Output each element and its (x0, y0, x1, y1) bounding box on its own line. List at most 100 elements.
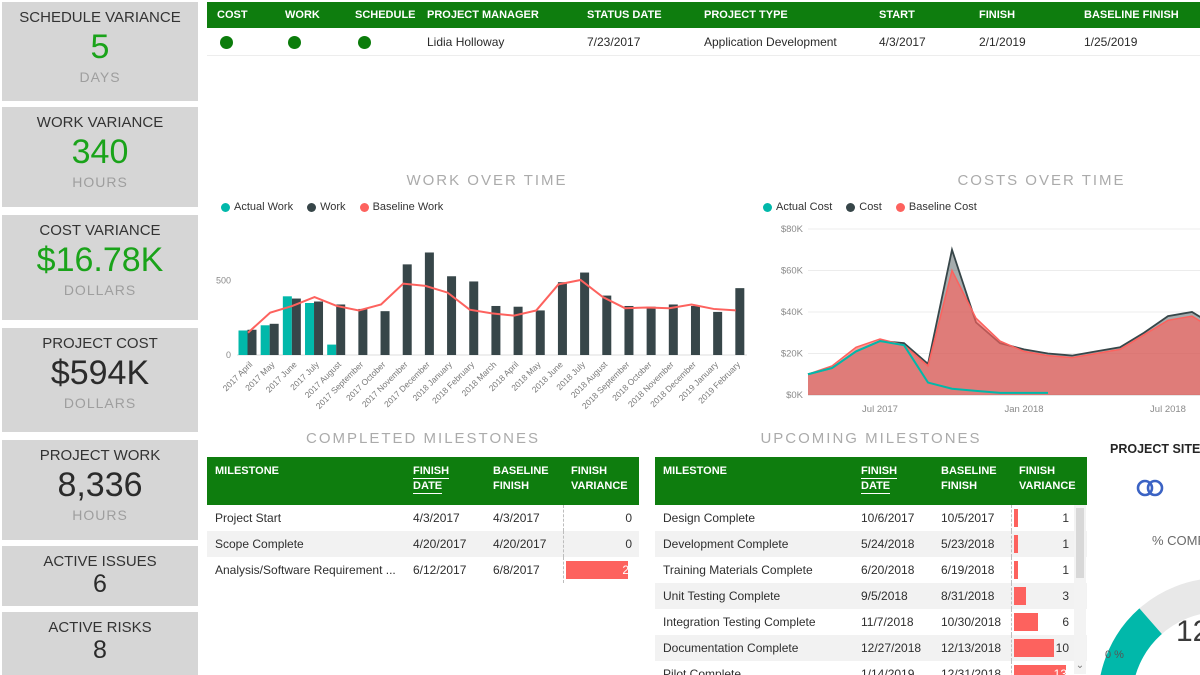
bar-work[interactable] (691, 306, 700, 355)
finish-variance-cell: 0 (563, 505, 637, 531)
bar-work[interactable] (647, 307, 656, 355)
baseline-finish: 6/8/2017 (485, 557, 563, 583)
kpi-unit: DAYS (2, 69, 198, 85)
kpi-card-active-issues[interactable]: ACTIVE ISSUES6 (2, 546, 198, 606)
link-icon[interactable] (1134, 476, 1166, 500)
bar-work[interactable] (403, 264, 412, 355)
bar-work[interactable] (314, 302, 323, 355)
costs-chart-legend: Actual CostCostBaseline Cost (763, 201, 1200, 213)
cell-baseline-finish: 1/25/2019 (1074, 35, 1198, 49)
column-header-finish-variance[interactable]: FINISH VARIANCE (1011, 457, 1085, 505)
kpi-card-schedule-variance[interactable]: SCHEDULE VARIANCE5DAYS (2, 2, 198, 101)
bar-work[interactable] (669, 304, 678, 355)
milestone-row-documentation-complete[interactable]: Documentation Complete12/27/201812/13/20… (655, 635, 1087, 661)
column-header-project-type[interactable]: PROJECT TYPE (694, 9, 869, 21)
x-axis-label: Jan 2018 (1004, 404, 1043, 415)
bar-actual-work[interactable] (305, 303, 314, 355)
milestone-row-design-complete[interactable]: Design Complete10/6/201710/5/20171 (655, 505, 1087, 531)
column-header-milestone[interactable]: MILESTONE (207, 457, 405, 505)
milestone-row-unit-testing-complete[interactable]: Unit Testing Complete9/5/20188/31/20183 (655, 583, 1087, 609)
project-table-row[interactable]: Lidia Holloway7/23/2017Application Devel… (207, 28, 1200, 56)
finish-variance-value: 3 (1062, 589, 1069, 603)
bar-work[interactable] (447, 276, 456, 355)
milestone-name: Design Complete (655, 505, 853, 531)
finish-date: 4/3/2017 (405, 505, 485, 531)
milestone-row-project-start[interactable]: Project Start4/3/20174/3/20170 (207, 505, 639, 531)
column-header-status-date[interactable]: STATUS DATE (577, 9, 694, 21)
column-header-milestone[interactable]: MILESTONE (655, 457, 853, 505)
kpi-value: $16.78K (2, 242, 198, 279)
completed-milestones-table: COMPLETED MILESTONES MILESTONEFINISH DAT… (207, 430, 639, 583)
gauge-value: 12 (1176, 615, 1200, 649)
costs-over-time-chart: COSTS OVER TIME Actual CostCostBaseline … (763, 172, 1200, 432)
green-status-dot-icon (288, 36, 301, 49)
legend-label: Work (320, 201, 345, 213)
bar-work[interactable] (602, 296, 611, 355)
milestone-row-integration-testing-complete[interactable]: Integration Testing Complete11/7/201810/… (655, 609, 1087, 635)
kpi-unit: DOLLARS (2, 282, 198, 298)
bar-work[interactable] (292, 299, 301, 355)
column-header-start[interactable]: START (869, 9, 969, 21)
kpi-card-project-work[interactable]: PROJECT WORK8,336HOURS (2, 440, 198, 540)
baseline-finish: 6/19/2018 (933, 557, 1011, 583)
legend-dot-icon (763, 203, 772, 212)
bar-actual-work[interactable] (327, 345, 336, 355)
bar-actual-work[interactable] (261, 325, 270, 355)
bar-work[interactable] (624, 306, 633, 355)
column-header-finish[interactable]: FINISH (969, 9, 1074, 21)
kpi-card-work-variance[interactable]: WORK VARIANCE340HOURS (2, 107, 198, 207)
bar-actual-work[interactable] (239, 330, 248, 355)
kpi-card-project-cost[interactable]: PROJECT COST$594KDOLLARS (2, 328, 198, 432)
scroll-down-icon[interactable]: ⌄ (1074, 659, 1086, 673)
bar-work[interactable] (381, 311, 390, 355)
variance-data-bar (1014, 535, 1018, 553)
kpi-card-cost-variance[interactable]: COST VARIANCE $16.78K DOLLARS (2, 215, 198, 320)
table-scrollbar[interactable]: ⌄ (1074, 505, 1086, 674)
variance-data-bar (1014, 587, 1026, 605)
column-header-finish-date[interactable]: FINISH DATE (405, 457, 485, 505)
bar-work[interactable] (270, 324, 279, 355)
milestone-row-analysis-software-requirement[interactable]: Analysis/Software Requirement ...6/12/20… (207, 557, 639, 583)
kpi-title: ACTIVE RISKS (2, 612, 198, 636)
bar-actual-work[interactable] (283, 296, 292, 355)
legend-label: Baseline Cost (909, 201, 977, 213)
bar-work[interactable] (469, 281, 478, 355)
column-header-finish-variance[interactable]: FINISH VARIANCE (563, 457, 637, 505)
bar-work[interactable] (358, 309, 367, 355)
kpi-title: COST VARIANCE (2, 215, 198, 239)
finish-variance-value: 10 (1056, 641, 1069, 655)
milestone-row-development-complete[interactable]: Development Complete5/24/20185/23/20181 (655, 531, 1087, 557)
legend-item-work: Work (307, 201, 345, 213)
column-header-cost[interactable]: COST (207, 9, 275, 21)
scrollbar-thumb[interactable] (1076, 508, 1084, 578)
project-summary-table: COSTWORKSCHEDULEPROJECT MANAGERSTATUS DA… (207, 2, 1200, 56)
baseline-finish: 10/5/2017 (933, 505, 1011, 531)
milestone-name: Scope Complete (207, 531, 405, 557)
column-header-baseline-finish[interactable]: BASELINE FINISH (485, 457, 563, 505)
column-header-project-manager[interactable]: PROJECT MANAGER (417, 9, 577, 21)
column-header-baseline-finish[interactable]: BASELINE FINISH (933, 457, 1011, 505)
finish-variance-value: 2 (622, 563, 629, 577)
milestone-name: Unit Testing Complete (655, 583, 853, 609)
completed-table-body: Project Start4/3/20174/3/20170Scope Comp… (207, 505, 639, 583)
column-header-finish-date[interactable]: FINISH DATE (853, 457, 933, 505)
legend-dot-icon (846, 203, 855, 212)
bar-work[interactable] (735, 288, 744, 355)
kpi-card-active-risks[interactable]: ACTIVE RISKS8 (2, 612, 198, 675)
milestone-row-training-materials-complete[interactable]: Training Materials Complete6/20/20186/19… (655, 557, 1087, 583)
column-header-schedule[interactable]: SCHEDULE (345, 9, 417, 21)
column-header-baseline-finish[interactable]: BASELINE FINISH (1074, 9, 1198, 21)
milestone-row-scope-complete[interactable]: Scope Complete4/20/20174/20/20170 (207, 531, 639, 557)
bar-work[interactable] (713, 312, 722, 355)
status-indicator-schedule (345, 34, 417, 48)
column-header-work[interactable]: WORK (275, 9, 345, 21)
bar-work[interactable] (248, 330, 257, 355)
bar-work[interactable] (425, 252, 434, 355)
completed-milestones-title: COMPLETED MILESTONES (207, 430, 639, 447)
bar-work[interactable] (336, 304, 345, 355)
bar-work[interactable] (558, 282, 567, 355)
milestone-row-pilot-complete[interactable]: Pilot Complete1/14/201912/31/201813 (655, 661, 1087, 675)
variance-data-bar (1014, 639, 1054, 657)
baseline-cost-area[interactable] (808, 271, 1200, 396)
bar-work[interactable] (536, 310, 545, 355)
